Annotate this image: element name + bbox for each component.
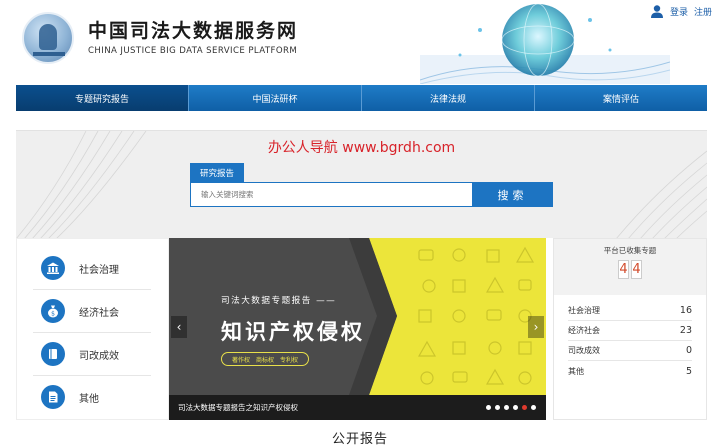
- book-icon: [41, 342, 65, 366]
- data-globe-decoration: [420, 3, 670, 84]
- stats-header: 平台已收集专题: [603, 246, 657, 255]
- building-icon: [41, 256, 65, 280]
- stat-row[interactable]: 司改成效 0: [568, 341, 692, 361]
- nav-item-case-evaluation[interactable]: 案情评估: [535, 85, 707, 111]
- stats-digit: 4: [631, 260, 642, 279]
- promo-text[interactable]: 办公人导航 www.bgrdh.com: [16, 137, 707, 157]
- slide-tag: 专利权: [280, 356, 299, 364]
- stat-row[interactable]: 社会治理 16: [568, 301, 692, 321]
- slide-tag: 商标权: [255, 356, 274, 364]
- stat-value: 16: [679, 305, 692, 316]
- slide-title: 知识产权侵权: [221, 320, 365, 344]
- stats-panel: 平台已收集专题 4 4 社会治理 16 经济社会 23 司改成效 0 其他 5: [553, 238, 707, 420]
- category-label: 经济社会: [79, 307, 119, 319]
- carousel-dot[interactable]: [504, 405, 509, 410]
- stat-row[interactable]: 其他 5: [568, 361, 692, 381]
- carousel-prev-button[interactable]: ‹: [171, 316, 187, 338]
- carousel-dot-active[interactable]: [522, 405, 527, 410]
- money-bag-icon: $: [41, 299, 65, 323]
- category-label: 社会治理: [79, 264, 119, 276]
- stat-label: 经济社会: [568, 326, 600, 335]
- svg-text:$: $: [51, 310, 55, 317]
- document-icon: [41, 385, 65, 409]
- category-item-other[interactable]: 其他: [17, 376, 170, 418]
- slide-tag: 著作权: [231, 356, 250, 364]
- stat-label: 其他: [568, 366, 584, 376]
- category-panel: 社会治理 $ 经济社会 司改成效 其他: [16, 238, 169, 420]
- search-input[interactable]: [190, 182, 473, 207]
- stat-value: 5: [685, 365, 692, 377]
- slide-caption[interactable]: 司法大数据专题报告之知识产权侵权: [178, 402, 298, 413]
- user-area: 登录 注册: [650, 4, 712, 18]
- user-icon: [650, 5, 663, 18]
- section-heading-public-reports: 公开报告: [331, 432, 388, 447]
- search-button[interactable]: 搜索: [472, 182, 553, 207]
- stat-value: 23: [679, 325, 692, 336]
- search-banner: 办公人导航 www.bgrdh.com 研究报告 搜索: [16, 130, 707, 238]
- nav-item-laws[interactable]: 法律法规: [362, 85, 535, 111]
- category-item-social-governance[interactable]: 社会治理: [17, 247, 170, 289]
- carousel-dots: [486, 405, 536, 410]
- report-carousel[interactable]: 司法大数据专题报告 —— 知识产权侵权 著作权 商标权 专利权 ‹ › 司法大数…: [169, 238, 546, 420]
- register-link[interactable]: 注册: [694, 5, 712, 18]
- carousel-dot[interactable]: [531, 405, 536, 410]
- carousel-next-button[interactable]: ›: [528, 316, 544, 338]
- court-logo[interactable]: [22, 12, 74, 64]
- site-title[interactable]: 中国司法大数据服务网: [88, 16, 298, 43]
- site-subtitle: CHINA JUSTICE BIG DATA SERVICE PLATFORM: [88, 46, 298, 56]
- stat-row[interactable]: 经济社会 23: [568, 321, 692, 341]
- category-label: 其他: [79, 393, 99, 405]
- stat-label: 司改成效: [568, 346, 600, 355]
- stat-value: 0: [685, 345, 692, 356]
- category-item-reform[interactable]: 司改成效: [17, 333, 170, 375]
- slide-subtitle: 司法大数据专题报告 ——: [221, 296, 337, 306]
- category-item-economy[interactable]: $ 经济社会: [17, 290, 170, 332]
- stats-total: 4 4: [618, 260, 642, 279]
- stats-digit: 4: [618, 260, 629, 279]
- stats-summary: 平台已收集专题 4 4: [554, 239, 706, 295]
- category-label: 司改成效: [79, 350, 119, 362]
- stat-label: 社会治理: [568, 306, 600, 315]
- search-tab-reports[interactable]: 研究报告: [190, 163, 244, 182]
- carousel-dot[interactable]: [486, 405, 491, 410]
- nav-item-reports[interactable]: 专题研究报告: [16, 85, 189, 111]
- carousel-dot[interactable]: [495, 405, 500, 410]
- slide-tags: 著作权 商标权 专利权: [221, 352, 309, 366]
- nav-item-law-cup[interactable]: 中国法研杯: [189, 85, 362, 111]
- main-nav: 专题研究报告 中国法研杯 法律法规 案情评估: [16, 85, 707, 111]
- site-header: 中国司法大数据服务网 CHINA JUSTICE BIG DATA SERVIC…: [0, 0, 720, 84]
- login-link[interactable]: 登录: [670, 5, 688, 18]
- carousel-dot[interactable]: [513, 405, 518, 410]
